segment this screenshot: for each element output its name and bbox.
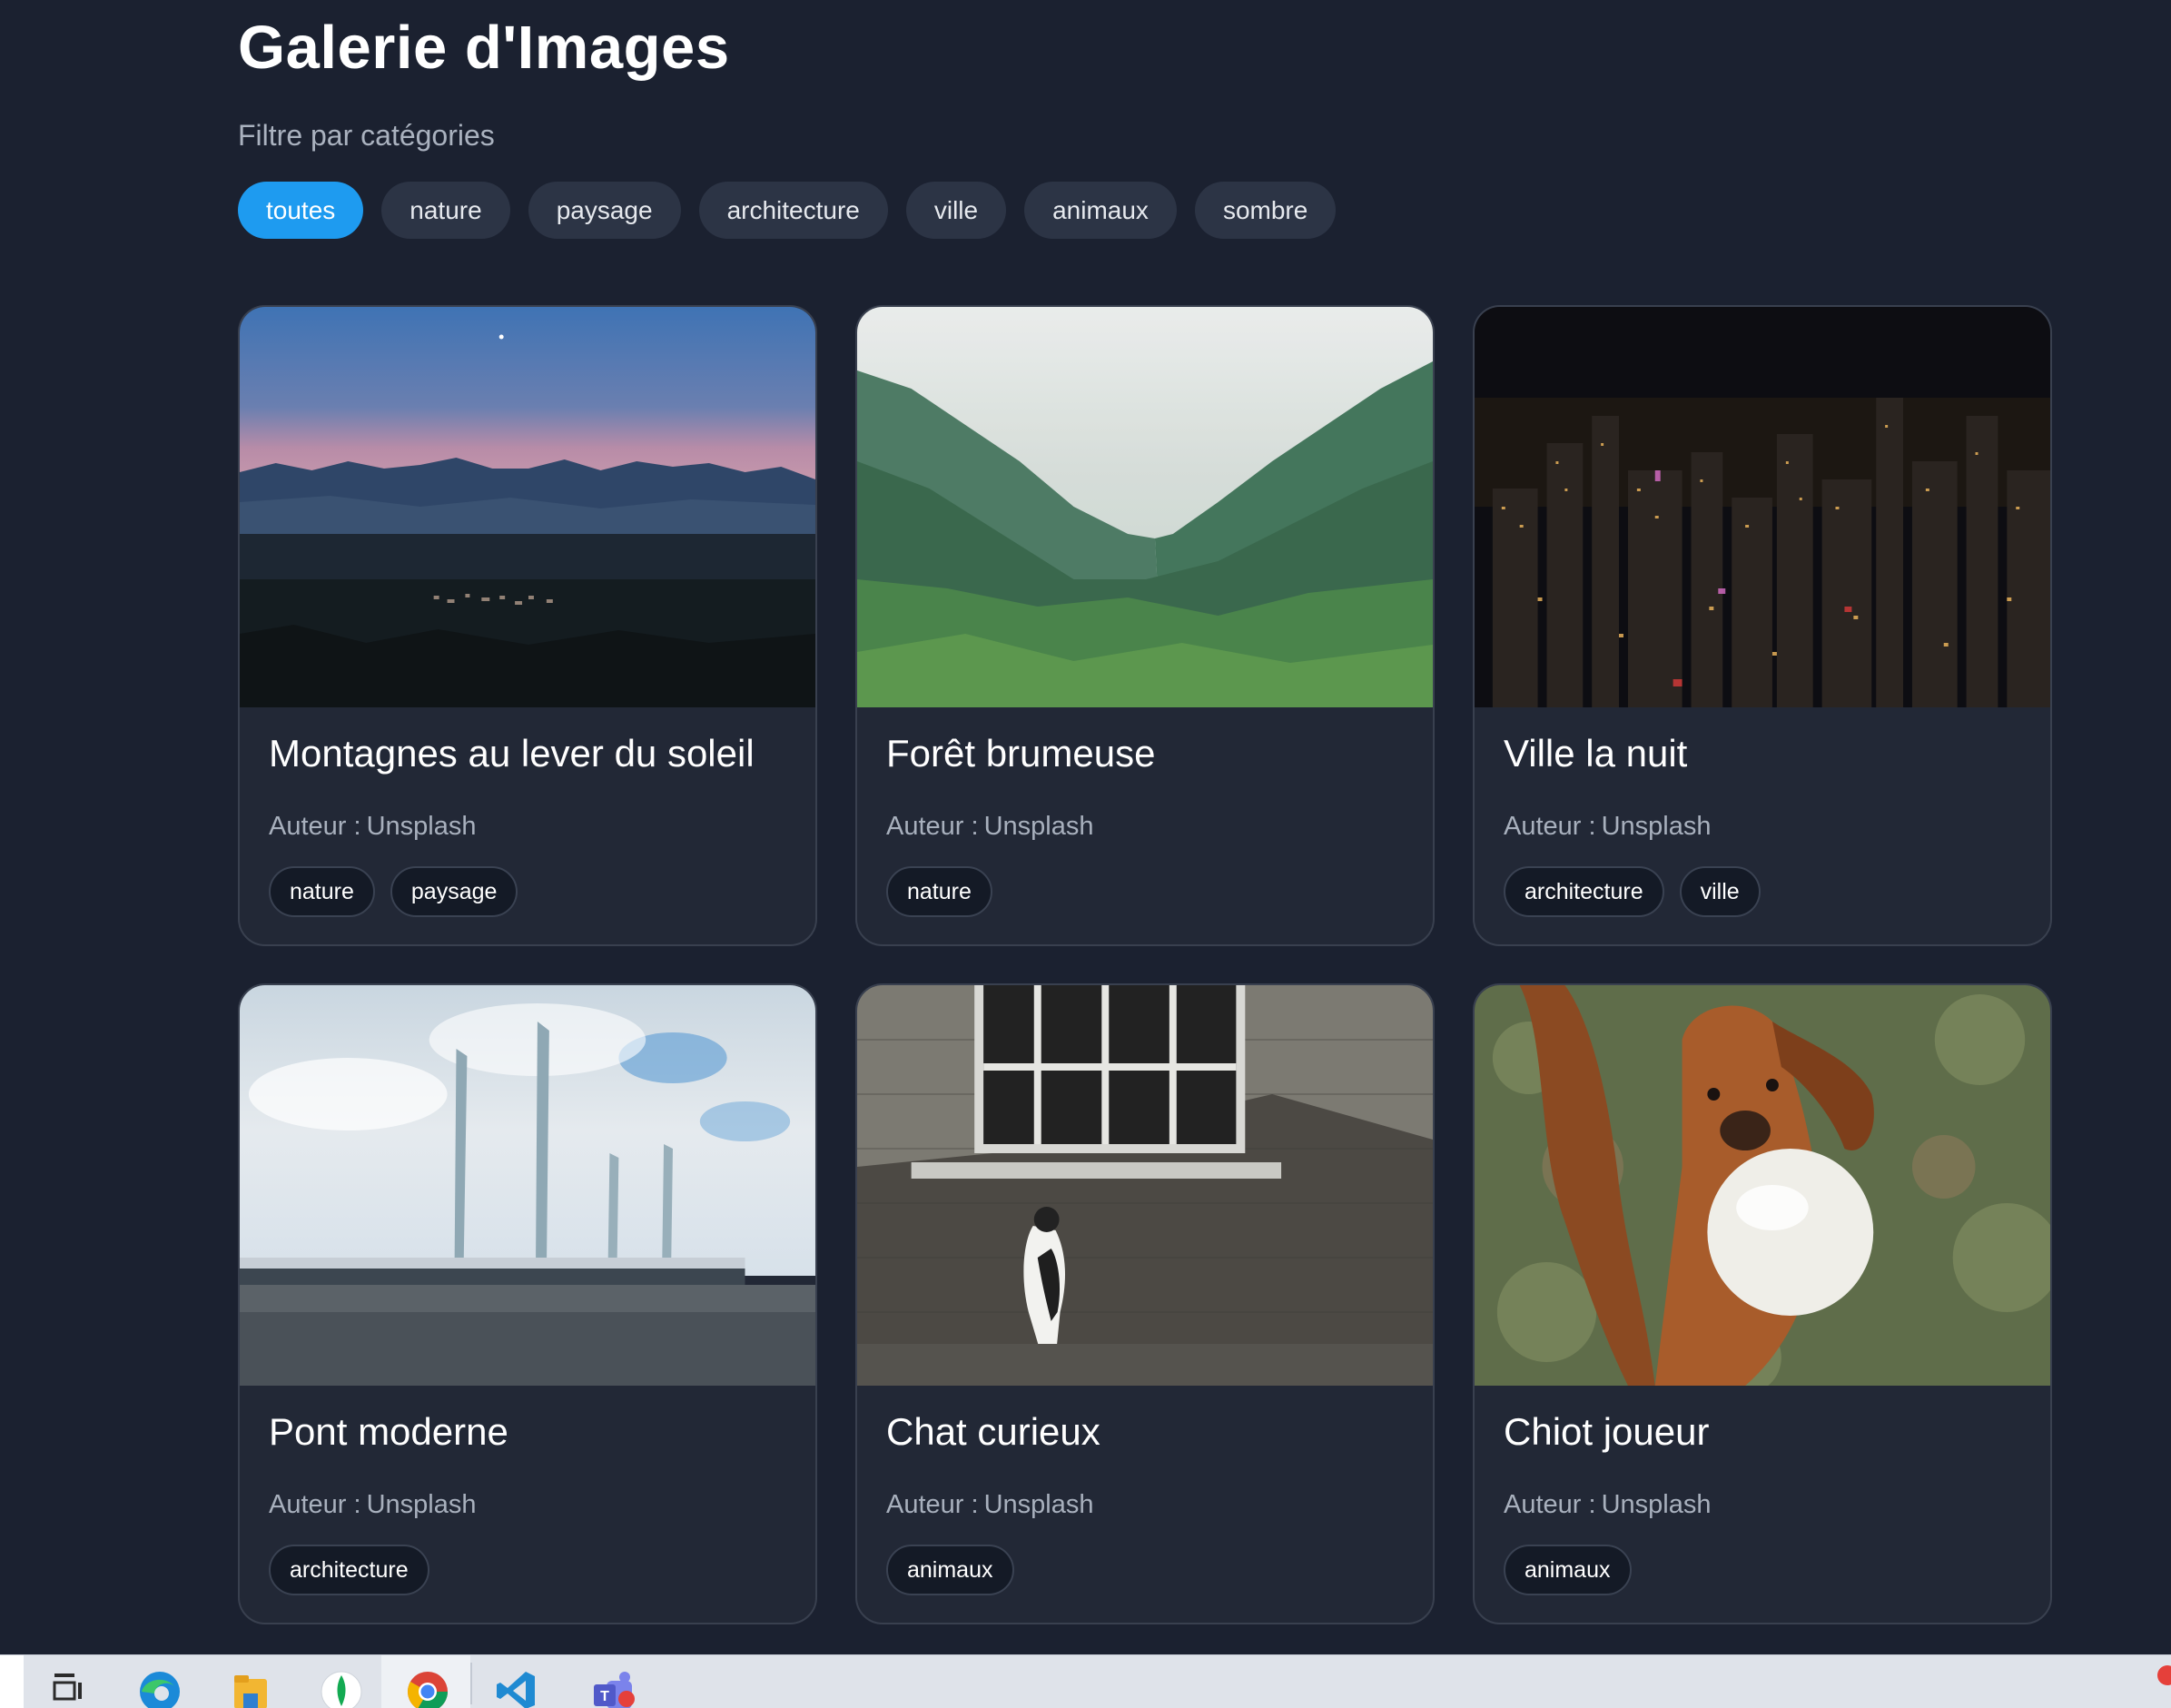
- filter-toutes-button[interactable]: toutes: [238, 182, 364, 239]
- tag-badge: nature: [886, 866, 992, 917]
- image-card[interactable]: Chat curieux Auteur : Unsplash animaux: [855, 983, 1435, 1624]
- category-filter-bar: toutes nature paysage architecture ville…: [238, 182, 1337, 239]
- tag-badge: nature: [269, 866, 375, 917]
- card-author: Auteur : Unsplash: [269, 812, 477, 841]
- image-grid: Montagnes au lever du soleil Auteur : Uns…: [238, 305, 2052, 1624]
- card-tags: architecture ville: [1504, 866, 1761, 917]
- task-view-icon[interactable]: [47, 1668, 91, 1708]
- card-title: Ville la nuit: [1504, 732, 1688, 775]
- filter-paysage-button[interactable]: paysage: [528, 182, 681, 239]
- image-card[interactable]: Pont moderne Auteur : Unsplash architectu…: [238, 983, 817, 1624]
- card-author: Auteur : Unsplash: [886, 812, 1094, 841]
- filter-sombre-button[interactable]: sombre: [1194, 182, 1337, 239]
- filter-architecture-button[interactable]: architecture: [698, 182, 888, 239]
- card-tags: nature: [886, 866, 992, 917]
- card-tags: architecture: [269, 1545, 429, 1595]
- tag-badge: animaux: [1504, 1545, 1632, 1595]
- tag-badge: paysage: [390, 866, 518, 917]
- cat-window-photo: [857, 985, 1433, 1386]
- svg-text:T: T: [600, 1689, 609, 1704]
- lift-bridge-photo: [240, 985, 815, 1386]
- taskbar: T: [0, 1654, 2171, 1708]
- taskbar-divider: [470, 1663, 472, 1704]
- misty-forest-photo: [857, 307, 1433, 707]
- puppy-ball-photo: [1475, 985, 2050, 1386]
- filter-ville-button[interactable]: ville: [905, 182, 1007, 239]
- card-title: Chiot joueur: [1504, 1410, 1710, 1453]
- card-author: Auteur : Unsplash: [886, 1490, 1094, 1519]
- card-tags: nature paysage: [269, 866, 518, 917]
- card-author: Auteur : Unsplash: [269, 1490, 477, 1519]
- teams-icon[interactable]: T: [592, 1668, 636, 1708]
- file-explorer-icon[interactable]: [229, 1668, 272, 1708]
- taskbar-edge: [0, 1655, 24, 1708]
- card-title: Montagnes au lever du soleil: [269, 732, 755, 775]
- card-tags: animaux: [886, 1545, 1014, 1595]
- image-card[interactable]: Ville la nuit Auteur : Unsplash architect…: [1473, 305, 2052, 946]
- image-card[interactable]: Chiot joueur Auteur : Unsplash animaux: [1473, 983, 2052, 1624]
- image-card[interactable]: Forêt brumeuse Auteur : Unsplash nature: [855, 305, 1435, 946]
- card-title: Forêt brumeuse: [886, 732, 1156, 775]
- card-author: Auteur : Unsplash: [1504, 812, 1712, 841]
- vscode-icon[interactable]: [495, 1668, 538, 1708]
- edge-browser-icon[interactable]: [138, 1668, 182, 1708]
- card-title: Pont moderne: [269, 1410, 508, 1453]
- page-title: Galerie d'Images: [238, 14, 730, 82]
- notification-badge[interactable]: [2157, 1665, 2171, 1685]
- card-title: Chat curieux: [886, 1410, 1100, 1453]
- image-card[interactable]: Montagnes au lever du soleil Auteur : Uns…: [238, 305, 817, 946]
- tag-badge: architecture: [1504, 866, 1664, 917]
- tag-badge: animaux: [886, 1545, 1014, 1595]
- chrome-browser-icon[interactable]: [406, 1668, 449, 1708]
- tag-badge: architecture: [269, 1545, 429, 1595]
- mountains-dusk-photo: [240, 307, 815, 707]
- city-night-photo: [1475, 307, 2050, 707]
- gallery-page: Galerie d'Images Filtre par catégories t…: [0, 0, 2171, 1708]
- filter-label: Filtre par catégories: [238, 119, 495, 152]
- card-author: Auteur : Unsplash: [1504, 1490, 1712, 1519]
- filter-animaux-button[interactable]: animaux: [1024, 182, 1177, 239]
- mongodb-compass-icon[interactable]: [320, 1668, 363, 1708]
- tag-badge: ville: [1679, 866, 1761, 917]
- card-tags: animaux: [1504, 1545, 1632, 1595]
- filter-nature-button[interactable]: nature: [381, 182, 510, 239]
